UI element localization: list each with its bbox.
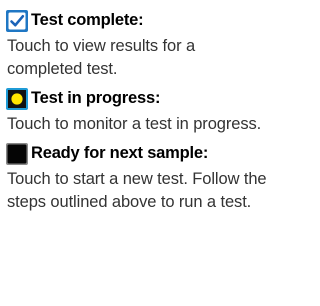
legend-item-test-in-progress: Test in progress: Touch to monitor a tes… (6, 84, 268, 136)
legend-item-title: Test complete: (31, 11, 144, 29)
legend-item-header: Ready for next sample: (6, 139, 268, 168)
black-square-icon (6, 142, 28, 165)
status-legend: Test complete: Touch to view results for… (6, 6, 268, 214)
legend-item-description: Touch to monitor a test in progress. (7, 115, 262, 133)
legend-item-ready-for-next-sample: Ready for next sample: Touch to start a … (6, 139, 268, 214)
legend-item-header: Test complete: (6, 6, 268, 35)
yellow-circle-icon (6, 87, 28, 110)
legend-item-test-complete: Test complete: Touch to view results for… (6, 6, 268, 81)
legend-item-header: Test in progress: (6, 84, 268, 113)
legend-item-title: Test in progress: (31, 89, 161, 107)
checkbox-checked-icon (6, 9, 28, 32)
legend-item-title: Ready for next sample: (31, 144, 209, 162)
legend-item-description: Touch to view results for a completed te… (7, 37, 196, 78)
legend-item-description: Touch to start a new test. Follow the st… (7, 170, 267, 211)
